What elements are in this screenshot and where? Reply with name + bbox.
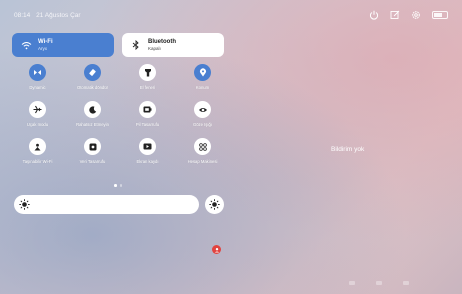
nav-home-icon[interactable] [376,281,382,285]
moon-icon [84,101,101,118]
top-actions [369,10,448,20]
toggle-label: Otomatik döndür [77,85,108,90]
user-switch-button[interactable] [212,245,221,254]
location-icon [194,64,211,81]
toggle-label: Pil Tasarrufu [135,122,160,127]
brightness-icon [19,199,30,210]
toggle-screen-record[interactable]: Ekran kaydı [120,138,175,171]
data-saver-icon [84,138,101,155]
airplane-icon [29,101,46,118]
nav-recents-icon[interactable] [403,281,409,285]
page-indicator [114,184,122,187]
hotspot-icon [29,138,46,155]
toggle-label: Taşınabilir Wi-Fi [22,159,53,164]
page-dot-active [114,184,117,187]
toggle-eye-comfort[interactable]: Göze Işığı [175,101,230,134]
edit-icon[interactable] [390,10,400,20]
battery-icon [432,11,448,19]
date: 21 Ağustos Çar [36,12,81,19]
toggle-label: El feneri [139,85,156,90]
brightness-slider[interactable] [14,195,199,214]
power-icon[interactable] [369,10,379,20]
toggle-label: Uçak modu [26,122,49,127]
wifi-tile[interactable]: Wi-Fi Aryx [12,33,114,57]
toggle-location[interactable]: Konum [175,64,230,97]
toggle-label: Hesap Makinesi [187,159,218,164]
bluetooth-subtitle: Kapalı [148,45,161,51]
auto-brightness-button[interactable] [205,195,224,214]
toggle-label: Ekran kaydı [136,159,159,164]
toggle-label: Veri Tasarrufu [79,159,106,164]
no-notifications-text: Bildirim yok [331,146,365,153]
toggle-auto-rotate[interactable]: Otomatik döndür [65,64,120,97]
rotate-icon [84,64,101,81]
toggle-airplane[interactable]: Uçak modu [10,101,65,134]
toggle-dnd[interactable]: Rahatsız Etmeyin [65,101,120,134]
toggle-data-saver[interactable]: Veri Tasarrufu [65,138,120,171]
toggle-label: Göze Işığı [192,122,213,127]
toggle-label: Konum [195,85,210,90]
toggle-label: Rahatsız Etmeyin [76,122,109,127]
toggle-hotspot[interactable]: Taşınabilir Wi-Fi [10,138,65,171]
settings-icon[interactable] [411,10,421,20]
flashlight-icon [139,64,156,81]
clock: 08:14 [14,12,31,19]
toggle-flashlight[interactable]: El feneri [120,64,175,97]
toggle-battery-saver[interactable]: Pil Tasarrufu [120,101,175,134]
dynamic-icon [29,64,46,81]
eye-icon [194,101,211,118]
user-icon [214,247,219,252]
calculator-icon [194,138,211,155]
page-dot [119,184,122,187]
battery-saver-icon [139,101,156,118]
quick-toggles-grid: Dynamic Otomatik döndür El feneri Konum [10,64,230,175]
auto-brightness-icon [209,199,220,210]
toggle-dynamic[interactable]: Dynamic [10,64,65,97]
bluetooth-icon [130,39,142,51]
bluetooth-tile[interactable]: Bluetooth Kapalı [122,33,224,57]
wifi-subtitle: Aryx [38,45,47,51]
status-bar: 08:14 21 Ağustos Çar [14,12,85,19]
wifi-icon [20,39,32,51]
wifi-title: Wi-Fi [38,38,53,45]
toggle-label: Dynamic [29,85,46,90]
toggle-calculator[interactable]: Hesap Makinesi [175,138,230,171]
screen-record-icon [139,138,156,155]
bluetooth-title: Bluetooth [148,38,176,45]
nav-back-icon[interactable] [349,281,355,285]
